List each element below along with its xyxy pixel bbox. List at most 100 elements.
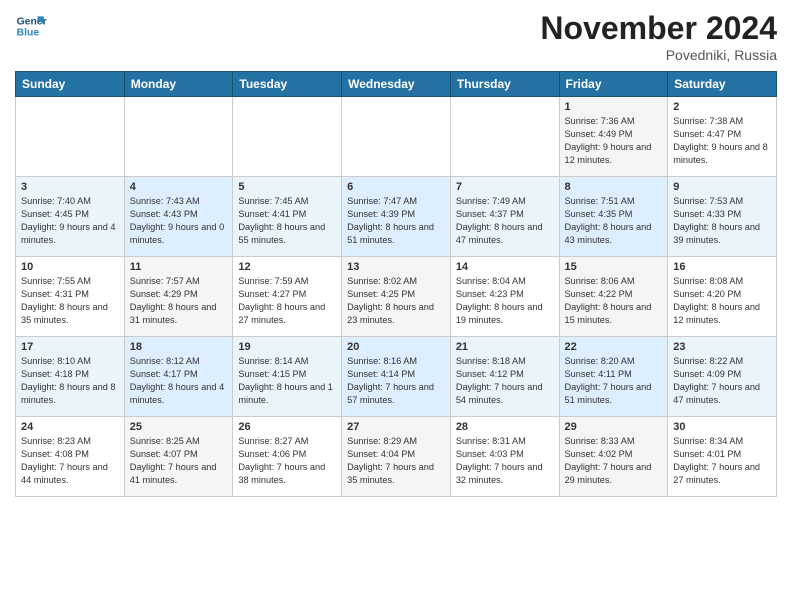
day-number: 20 (347, 341, 445, 353)
calendar-cell: 20Sunrise: 8:16 AM Sunset: 4:14 PM Dayli… (342, 337, 451, 417)
calendar-cell: 17Sunrise: 8:10 AM Sunset: 4:18 PM Dayli… (16, 337, 125, 417)
day-info: Sunrise: 8:29 AM Sunset: 4:04 PM Dayligh… (347, 435, 445, 487)
day-info: Sunrise: 7:43 AM Sunset: 4:43 PM Dayligh… (130, 195, 228, 247)
calendar-cell: 22 Sunrise: 8:20 AM Sunset: 4:11 PM Dayli… (559, 337, 668, 417)
day-number: 29 (565, 421, 663, 433)
day-number: 13 (347, 261, 445, 273)
calendar-cell: 18Sunrise: 8:12 AM Sunset: 4:17 PM Dayli… (124, 337, 233, 417)
calendar-cell: 28 Sunrise: 8:31 AM Sunset: 4:03 PM Dayli… (450, 417, 559, 497)
calendar-cell: 10 Sunrise: 7:55 AM Sunset: 4:31 PM Dayli… (16, 257, 125, 337)
month-title: November 2024 (540, 10, 777, 47)
col-tuesday: Tuesday (233, 72, 342, 97)
day-number: 21 (456, 341, 554, 353)
day-number: 18 (130, 341, 228, 353)
day-info: Sunrise: 7:55 AM Sunset: 4:31 PM Dayligh… (21, 275, 119, 327)
calendar-cell: 1Sunrise: 7:36 AM Sunset: 4:49 PM Daylig… (559, 97, 668, 177)
day-number: 28 (456, 421, 554, 433)
day-info: Sunrise: 8:31 AM Sunset: 4:03 PM Dayligh… (456, 435, 554, 487)
col-wednesday: Wednesday (342, 72, 451, 97)
day-number: 12 (238, 261, 336, 273)
calendar-cell (450, 97, 559, 177)
day-number: 6 (347, 181, 445, 193)
calendar-cell: 26 Sunrise: 8:27 AM Sunset: 4:06 PM Dayli… (233, 417, 342, 497)
day-number: 4 (130, 181, 228, 193)
logo: General Blue (15, 10, 47, 42)
col-friday: Friday (559, 72, 668, 97)
day-number: 26 (238, 421, 336, 433)
title-block: November 2024 Povedniki, Russia (540, 10, 777, 63)
day-number: 15 (565, 261, 663, 273)
day-info: Sunrise: 8:18 AM Sunset: 4:12 PM Dayligh… (456, 355, 554, 407)
day-info: Sunrise: 8:04 AM Sunset: 4:23 PM Dayligh… (456, 275, 554, 327)
calendar-week-1: 1Sunrise: 7:36 AM Sunset: 4:49 PM Daylig… (16, 97, 777, 177)
day-number: 8 (565, 181, 663, 193)
day-info: Sunrise: 8:14 AM Sunset: 4:15 PM Dayligh… (238, 355, 336, 407)
day-number: 22 (565, 341, 663, 353)
day-number: 24 (21, 421, 119, 433)
day-number: 5 (238, 181, 336, 193)
day-info: Sunrise: 8:34 AM Sunset: 4:01 PM Dayligh… (673, 435, 771, 487)
calendar-cell (16, 97, 125, 177)
calendar-cell (124, 97, 233, 177)
col-sunday: Sunday (16, 72, 125, 97)
calendar-cell: 24Sunrise: 8:23 AM Sunset: 4:08 PM Dayli… (16, 417, 125, 497)
calendar-cell (233, 97, 342, 177)
day-info: Sunrise: 7:49 AM Sunset: 4:37 PM Dayligh… (456, 195, 554, 247)
day-info: Sunrise: 8:20 AM Sunset: 4:11 PM Dayligh… (565, 355, 663, 407)
day-info: Sunrise: 8:02 AM Sunset: 4:25 PM Dayligh… (347, 275, 445, 327)
calendar-cell: 21 Sunrise: 8:18 AM Sunset: 4:12 PM Dayli… (450, 337, 559, 417)
calendar-cell: 9 Sunrise: 7:53 AM Sunset: 4:33 PM Daylig… (668, 177, 777, 257)
calendar-cell: 30 Sunrise: 8:34 AM Sunset: 4:01 PM Dayli… (668, 417, 777, 497)
calendar-cell: 15Sunrise: 8:06 AM Sunset: 4:22 PM Dayli… (559, 257, 668, 337)
day-number: 16 (673, 261, 771, 273)
day-number: 2 (673, 101, 771, 113)
day-info: Sunrise: 8:33 AM Sunset: 4:02 PM Dayligh… (565, 435, 663, 487)
day-number: 7 (456, 181, 554, 193)
calendar-cell: 2Sunrise: 7:38 AM Sunset: 4:47 PM Daylig… (668, 97, 777, 177)
col-monday: Monday (124, 72, 233, 97)
day-info: Sunrise: 7:57 AM Sunset: 4:29 PM Dayligh… (130, 275, 228, 327)
calendar-cell: 13 Sunrise: 8:02 AM Sunset: 4:25 PM Dayli… (342, 257, 451, 337)
day-number: 19 (238, 341, 336, 353)
logo-icon: General Blue (15, 10, 47, 42)
calendar-cell: 6 Sunrise: 7:47 AM Sunset: 4:39 PM Daylig… (342, 177, 451, 257)
col-thursday: Thursday (450, 72, 559, 97)
day-number: 25 (130, 421, 228, 433)
day-info: Sunrise: 8:27 AM Sunset: 4:06 PM Dayligh… (238, 435, 336, 487)
calendar-cell: 12 Sunrise: 7:59 AM Sunset: 4:27 PM Dayli… (233, 257, 342, 337)
day-number: 3 (21, 181, 119, 193)
calendar-cell: 19 Sunrise: 8:14 AM Sunset: 4:15 PM Dayli… (233, 337, 342, 417)
calendar-cell: 8 Sunrise: 7:51 AM Sunset: 4:35 PM Daylig… (559, 177, 668, 257)
svg-text:Blue: Blue (17, 28, 40, 39)
day-number: 9 (673, 181, 771, 193)
day-number: 30 (673, 421, 771, 433)
day-number: 1 (565, 101, 663, 113)
calendar-cell: 5 Sunrise: 7:45 AM Sunset: 4:41 PM Daylig… (233, 177, 342, 257)
calendar-header-row: Sunday Monday Tuesday Wednesday Thursday… (16, 72, 777, 97)
header: General Blue November 2024 Povedniki, Ru… (15, 10, 777, 63)
calendar-week-5: 24Sunrise: 8:23 AM Sunset: 4:08 PM Dayli… (16, 417, 777, 497)
calendar-cell: 7 Sunrise: 7:49 AM Sunset: 4:37 PM Daylig… (450, 177, 559, 257)
calendar-cell: 25 Sunrise: 8:25 AM Sunset: 4:07 PM Dayli… (124, 417, 233, 497)
calendar-cell: 4 Sunrise: 7:43 AM Sunset: 4:43 PM Daylig… (124, 177, 233, 257)
col-saturday: Saturday (668, 72, 777, 97)
calendar-cell: 3Sunrise: 7:40 AM Sunset: 4:45 PM Daylig… (16, 177, 125, 257)
day-info: Sunrise: 7:47 AM Sunset: 4:39 PM Dayligh… (347, 195, 445, 247)
day-info: Sunrise: 7:45 AM Sunset: 4:41 PM Dayligh… (238, 195, 336, 247)
calendar-cell: 14Sunrise: 8:04 AM Sunset: 4:23 PM Dayli… (450, 257, 559, 337)
day-info: Sunrise: 7:59 AM Sunset: 4:27 PM Dayligh… (238, 275, 336, 327)
calendar-cell (342, 97, 451, 177)
calendar-cell: 11Sunrise: 7:57 AM Sunset: 4:29 PM Dayli… (124, 257, 233, 337)
day-number: 27 (347, 421, 445, 433)
day-info: Sunrise: 7:53 AM Sunset: 4:33 PM Dayligh… (673, 195, 771, 247)
day-info: Sunrise: 7:51 AM Sunset: 4:35 PM Dayligh… (565, 195, 663, 247)
day-info: Sunrise: 8:08 AM Sunset: 4:20 PM Dayligh… (673, 275, 771, 327)
location: Povedniki, Russia (540, 47, 777, 63)
page-container: General Blue November 2024 Povedniki, Ru… (0, 0, 792, 612)
day-info: Sunrise: 8:25 AM Sunset: 4:07 PM Dayligh… (130, 435, 228, 487)
day-number: 10 (21, 261, 119, 273)
calendar-cell: 23Sunrise: 8:22 AM Sunset: 4:09 PM Dayli… (668, 337, 777, 417)
calendar-week-3: 10 Sunrise: 7:55 AM Sunset: 4:31 PM Dayli… (16, 257, 777, 337)
calendar-table: Sunday Monday Tuesday Wednesday Thursday… (15, 71, 777, 497)
calendar-cell: 29 Sunrise: 8:33 AM Sunset: 4:02 PM Dayli… (559, 417, 668, 497)
